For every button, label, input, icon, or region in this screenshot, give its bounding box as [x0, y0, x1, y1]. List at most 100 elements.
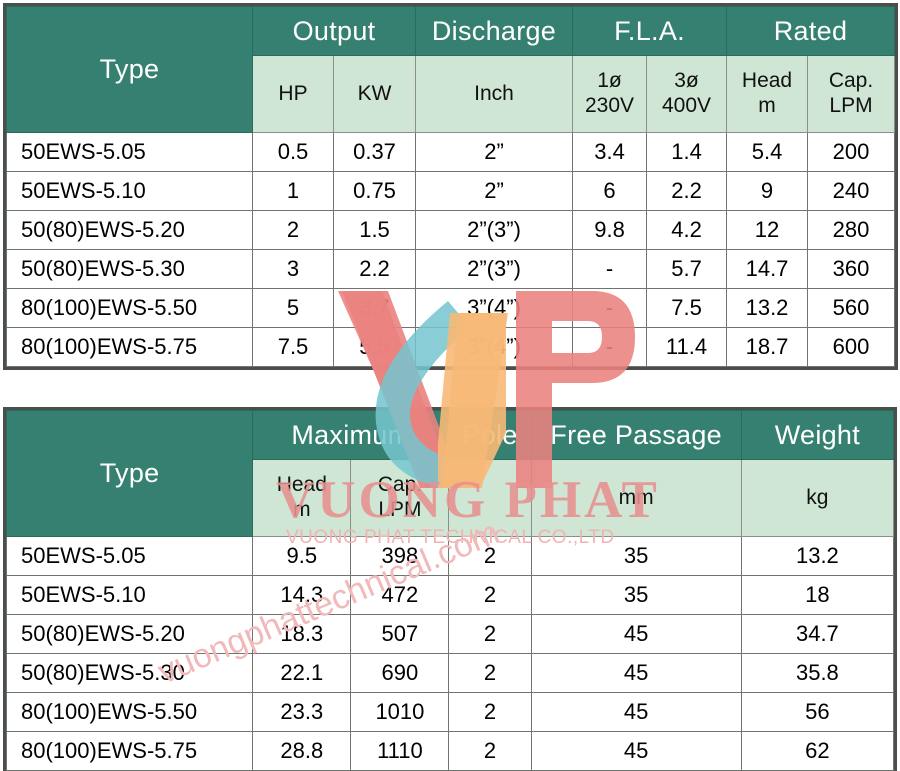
cell-value: 1: [252, 171, 334, 211]
cell-value: 35: [530, 536, 742, 576]
cell-value: 35: [530, 575, 742, 615]
sub-line: HP: [278, 81, 308, 105]
col-group-maximum: Maximum: [252, 410, 450, 460]
cell-type: 50EWS-5.10: [6, 171, 253, 211]
col-group-pole: Pole: [448, 410, 532, 460]
sub-line: kg: [806, 485, 829, 509]
cell-value: 690: [350, 653, 450, 693]
cell-value: 560: [807, 288, 896, 328]
col-group-free-passage: Free Passage: [530, 410, 742, 460]
cell-value: 3”(4”): [415, 288, 574, 328]
cell-value: 23.3: [252, 692, 352, 732]
cell-value: 2.2: [332, 249, 417, 289]
cell-value: 9.8: [572, 210, 648, 250]
cell-value: 62: [740, 731, 895, 771]
sub-line: mm: [618, 485, 654, 509]
cell-value: 1.5: [332, 210, 417, 250]
cell-value: 18.7: [726, 327, 809, 367]
sub-header-head: Head m: [726, 55, 809, 133]
col-group-type: Type: [5, 410, 254, 537]
table-row: 80(100)EWS-5.75 7.5 5.5 3”(4”) -11.4 18.7 600: [6, 327, 896, 367]
cell-value: 3.7: [332, 288, 417, 328]
col-group-fla: F.L.A.: [572, 6, 728, 56]
sub-line: 400V: [661, 94, 712, 117]
cell-value: 6: [572, 171, 648, 211]
cell-value: 18: [740, 575, 895, 615]
cell-value: 56: [740, 692, 895, 732]
cell-value: 2: [252, 210, 334, 250]
col-group-rated: Rated: [726, 6, 896, 56]
sub-header-free-passage-mm: mm: [530, 459, 742, 537]
cell-value: 2”(3”): [415, 210, 574, 250]
cell-value: 5: [252, 288, 334, 328]
cell-value: 18.3: [252, 614, 352, 654]
sub-header-max-cap: Cap. LPM: [350, 459, 450, 537]
cell-value: 13.2: [740, 536, 895, 576]
sub-line: KW: [357, 81, 392, 105]
table-row: 50(80)EWS-5.20 18.3 507 2 45 34.7: [5, 614, 895, 654]
cell-value: 2”: [415, 171, 574, 211]
cell-type: 50(80)EWS-5.30: [5, 653, 254, 693]
cell-type: 80(100)EWS-5.50: [6, 288, 253, 328]
sub-line: Cap.: [828, 69, 874, 93]
cell-value: -: [572, 249, 648, 289]
cell-value: 200: [807, 132, 896, 172]
cell-value: 7.5: [646, 288, 728, 328]
cell-value: 1.4: [646, 132, 728, 172]
cell-value: 34.7: [740, 614, 895, 654]
cell-value: 472: [350, 575, 450, 615]
cell-type: 80(100)EWS-5.75: [6, 327, 253, 367]
cell-value: 4.2: [646, 210, 728, 250]
sub-header-cap: Cap. LPM: [807, 55, 896, 133]
table-row: 80(100)EWS-5.50 23.3 1010 2 45 56: [5, 692, 895, 732]
sub-line: 1ø: [597, 69, 622, 93]
sub-line: m: [293, 498, 311, 521]
cell-type: 80(100)EWS-5.75: [5, 731, 254, 771]
cell-value: -: [572, 327, 648, 367]
sub-line: 230V: [584, 94, 635, 117]
cell-value: 0.37: [332, 132, 417, 172]
sub-header-pole-blank: [448, 459, 532, 537]
cell-value: 2: [448, 536, 532, 576]
group-header-row: Type Output Discharge F.L.A. Rated: [6, 6, 896, 133]
cell-value: 7.5: [252, 327, 334, 367]
cell-value: 0.75: [332, 171, 417, 211]
cell-value: -: [572, 288, 648, 328]
sub-line: LPM: [829, 94, 873, 117]
cell-value: 240: [807, 171, 896, 211]
sub-header-1phase: 1ø 230V: [572, 55, 648, 133]
cell-value: 45: [530, 731, 742, 771]
cell-type: 50(80)EWS-5.30: [6, 249, 253, 289]
table-row: 50EWS-5.05 9.5 398 2 35 13.2: [5, 536, 895, 576]
cell-value: 2: [448, 692, 532, 732]
performance-specs-table: Type Maximum Pole Free Passage Weight He…: [3, 407, 897, 771]
sub-line: LPM: [378, 498, 422, 521]
cell-type: 50(80)EWS-5.20: [5, 614, 254, 654]
cell-value: 2”: [415, 132, 574, 172]
sub-header-weight-kg: kg: [740, 459, 895, 537]
cell-value: 45: [530, 653, 742, 693]
cell-value: 14.3: [252, 575, 352, 615]
sub-header-max-head: Head m: [252, 459, 352, 537]
cell-value: 3”(4”): [415, 327, 574, 367]
sub-header-3phase: 3ø 400V: [646, 55, 728, 133]
table-row: 50(80)EWS-5.20 2 1.5 2”(3”) 9.8 4.2 12 280: [6, 210, 896, 250]
sub-header-inch: Inch: [415, 55, 574, 133]
cell-value: 398: [350, 536, 450, 576]
cell-value: 3: [252, 249, 334, 289]
cell-value: 14.7: [726, 249, 809, 289]
cell-value: 13.2: [726, 288, 809, 328]
cell-type: 50(80)EWS-5.20: [6, 210, 253, 250]
cell-value: 22.1: [252, 653, 352, 693]
cell-value: 45: [530, 692, 742, 732]
cell-value: 2: [448, 653, 532, 693]
cell-type: 50EWS-5.05: [5, 536, 254, 576]
cell-value: 45: [530, 614, 742, 654]
table-row: 80(100)EWS-5.50 5 3.7 3”(4”) -7.5 13.2 560: [6, 288, 896, 328]
cell-value: 5.7: [646, 249, 728, 289]
col-group-weight: Weight: [740, 410, 895, 460]
table-row: 50(80)EWS-5.30 3 2.2 2”(3”) -5.7 14.7 360: [6, 249, 896, 289]
cell-value: 1110: [350, 731, 450, 771]
cell-value: 9: [726, 171, 809, 211]
cell-value: 5.4: [726, 132, 809, 172]
